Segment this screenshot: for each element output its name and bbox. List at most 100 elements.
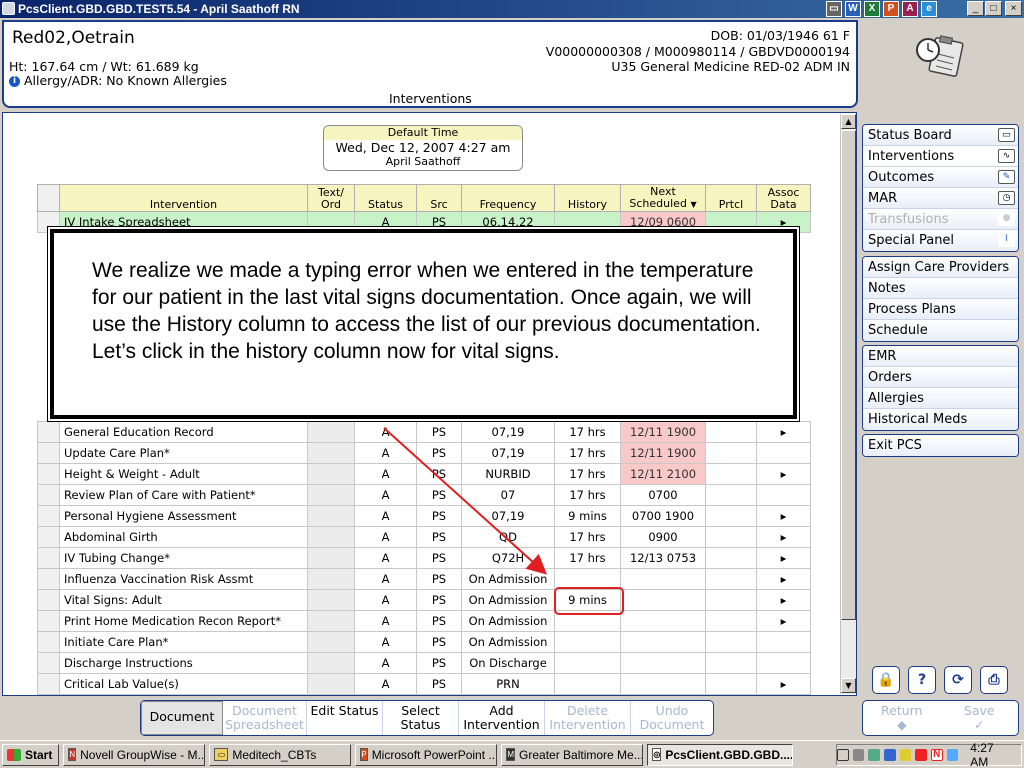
frequency-cell[interactable]: On Admission	[461, 631, 555, 653]
quicklaunch-icon[interactable]: ▭	[826, 1, 842, 17]
nav-schedule[interactable]: Schedule	[863, 320, 1018, 341]
frequency-cell[interactable]: On Admission	[461, 568, 555, 590]
table-row[interactable]: Influenza Vaccination Risk Assmt A PS On Ad…	[37, 568, 811, 590]
row-gutter[interactable]	[37, 610, 60, 632]
prtcl-cell[interactable]	[705, 610, 757, 632]
table-row[interactable]: Critical Lab Value(s) A PS PRN ▸	[37, 673, 811, 695]
taskbar-item-groupwise[interactable]: N Novell GroupWise - M...	[63, 743, 206, 766]
status-cell[interactable]: A	[354, 442, 417, 464]
update-icon[interactable]	[899, 749, 912, 761]
row-gutter[interactable]	[37, 652, 60, 674]
intervention-cell[interactable]: Initiate Care Plan*	[59, 631, 308, 653]
nav-outcomes[interactable]: Outcomes ✎	[863, 167, 1018, 188]
status-cell[interactable]: A	[354, 589, 417, 611]
table-row[interactable]: Update Care Plan* A PS 07,19 17 hrs 12/11 190…	[37, 442, 811, 464]
default-time-box[interactable]: Default Time Wed, Dec 12, 2007 4:27 am A…	[323, 125, 523, 171]
nav-special-panel[interactable]: Special Panel ⌇	[863, 230, 1018, 251]
edit-status-button[interactable]: Edit Status	[307, 701, 383, 735]
next-scheduled-cell[interactable]: 12/11 2100	[620, 463, 706, 485]
prtcl-cell[interactable]	[705, 568, 757, 590]
intervention-cell[interactable]: Vital Signs: Adult	[59, 589, 308, 611]
powerpoint-icon[interactable]: P	[883, 1, 899, 17]
next-scheduled-cell[interactable]	[620, 652, 706, 674]
table-row[interactable]: Initiate Care Plan* A PS On Admission	[37, 631, 811, 653]
text-ord-cell[interactable]	[307, 526, 355, 548]
frequency-cell[interactable]: 07	[461, 484, 555, 506]
col-next-scheduled[interactable]: Next Scheduled ▼	[620, 184, 706, 212]
history-cell[interactable]: 17 hrs	[554, 421, 621, 443]
nav-assign-care-providers[interactable]: Assign Care Providers	[863, 257, 1018, 278]
word-icon[interactable]: W	[845, 1, 861, 17]
src-cell[interactable]: PS	[416, 484, 462, 506]
prtcl-cell[interactable]	[705, 526, 757, 548]
assoc-data-cell[interactable]: ▸	[756, 547, 811, 569]
table-row[interactable]: General Education Record A PS 07,19 17 hrs 12…	[37, 421, 811, 443]
next-scheduled-cell[interactable]: 12/11 1900	[620, 442, 706, 464]
text-ord-cell[interactable]	[307, 652, 355, 674]
frequency-cell[interactable]: QD	[461, 526, 555, 548]
history-cell[interactable]: 17 hrs	[554, 463, 621, 485]
text-ord-cell[interactable]	[307, 547, 355, 569]
text-ord-cell[interactable]	[307, 610, 355, 632]
status-cell[interactable]: A	[354, 505, 417, 527]
table-row[interactable]: Height & Weight - Adult A PS NURBID 17 hrs 12…	[37, 463, 811, 485]
row-gutter[interactable]	[37, 463, 60, 485]
status-cell[interactable]: A	[354, 484, 417, 506]
row-gutter[interactable]	[37, 442, 60, 464]
network-icon[interactable]	[868, 749, 881, 761]
assoc-data-cell[interactable]	[756, 631, 811, 653]
history-cell[interactable]: 17 hrs	[554, 484, 621, 506]
antivirus-icon[interactable]	[915, 749, 927, 761]
restore-button[interactable]: □	[985, 1, 1002, 16]
assoc-data-cell[interactable]: ▸	[756, 526, 811, 548]
text-ord-cell[interactable]	[307, 631, 355, 653]
intervention-cell[interactable]: Print Home Medication Recon Report*	[59, 610, 308, 632]
status-cell[interactable]: A	[354, 463, 417, 485]
nav-allergies[interactable]: Allergies	[863, 388, 1018, 409]
row-gutter[interactable]	[37, 673, 60, 695]
frequency-cell[interactable]: On Discharge	[461, 652, 555, 674]
status-cell[interactable]: A	[354, 526, 417, 548]
history-cell[interactable]	[554, 631, 621, 653]
src-cell[interactable]: PS	[416, 463, 462, 485]
text-ord-cell[interactable]	[307, 421, 355, 443]
src-cell[interactable]: PS	[416, 505, 462, 527]
table-row[interactable]: Discharge Instructions A PS On Discharge	[37, 652, 811, 674]
close-button[interactable]: ×	[1005, 1, 1022, 16]
history-cell[interactable]: 17 hrs	[554, 442, 621, 464]
add-intervention-button[interactable]: Add Intervention	[459, 701, 545, 735]
status-cell[interactable]: A	[354, 568, 417, 590]
text-ord-cell[interactable]	[307, 442, 355, 464]
vertical-scrollbar[interactable]: ▲ ▼	[840, 114, 856, 694]
intervention-cell[interactable]: Critical Lab Value(s)	[59, 673, 308, 695]
nav-orders[interactable]: Orders	[863, 367, 1018, 388]
minimize-button[interactable]: _	[967, 1, 984, 16]
intervention-cell[interactable]: IV Tubing Change*	[59, 547, 308, 569]
prtcl-cell[interactable]	[705, 484, 757, 506]
row-gutter[interactable]	[37, 484, 60, 506]
intervention-cell[interactable]: Update Care Plan*	[59, 442, 308, 464]
refresh-icon[interactable]: ⟳	[944, 666, 972, 694]
table-row[interactable]: Personal Hygiene Assessment A PS 07,19 9 min…	[37, 505, 811, 527]
prtcl-cell[interactable]	[705, 652, 757, 674]
status-cell[interactable]: A	[354, 547, 417, 569]
assoc-data-cell[interactable]: ▸	[756, 463, 811, 485]
frequency-cell[interactable]: Q72H	[461, 547, 555, 569]
prtcl-cell[interactable]	[705, 421, 757, 443]
text-ord-cell[interactable]	[307, 673, 355, 695]
prtcl-cell[interactable]	[705, 442, 757, 464]
col-src[interactable]: Src	[416, 184, 462, 212]
src-cell[interactable]: PS	[416, 673, 462, 695]
taskbar-item-pcsclient[interactable]: ◎ PcsClient.GBD.GBD....	[647, 743, 794, 766]
nav-status-board[interactable]: Status Board ▭	[863, 125, 1018, 146]
select-status-button[interactable]: Select Status	[383, 701, 459, 735]
table-row[interactable]: Print Home Medication Recon Report* A PS On…	[37, 610, 811, 632]
intervention-cell[interactable]: Discharge Instructions	[59, 652, 308, 674]
intervention-cell[interactable]: General Education Record	[59, 421, 308, 443]
taskbar-item-folder[interactable]: ▭ Meditech_CBTs	[209, 743, 352, 766]
nav-process-plans[interactable]: Process Plans	[863, 299, 1018, 320]
col-text-ord[interactable]: Text/ Ord	[307, 184, 355, 212]
n-icon[interactable]: N	[930, 749, 943, 761]
prtcl-cell[interactable]	[705, 463, 757, 485]
col-assoc-data[interactable]: Assoc Data	[756, 184, 811, 212]
